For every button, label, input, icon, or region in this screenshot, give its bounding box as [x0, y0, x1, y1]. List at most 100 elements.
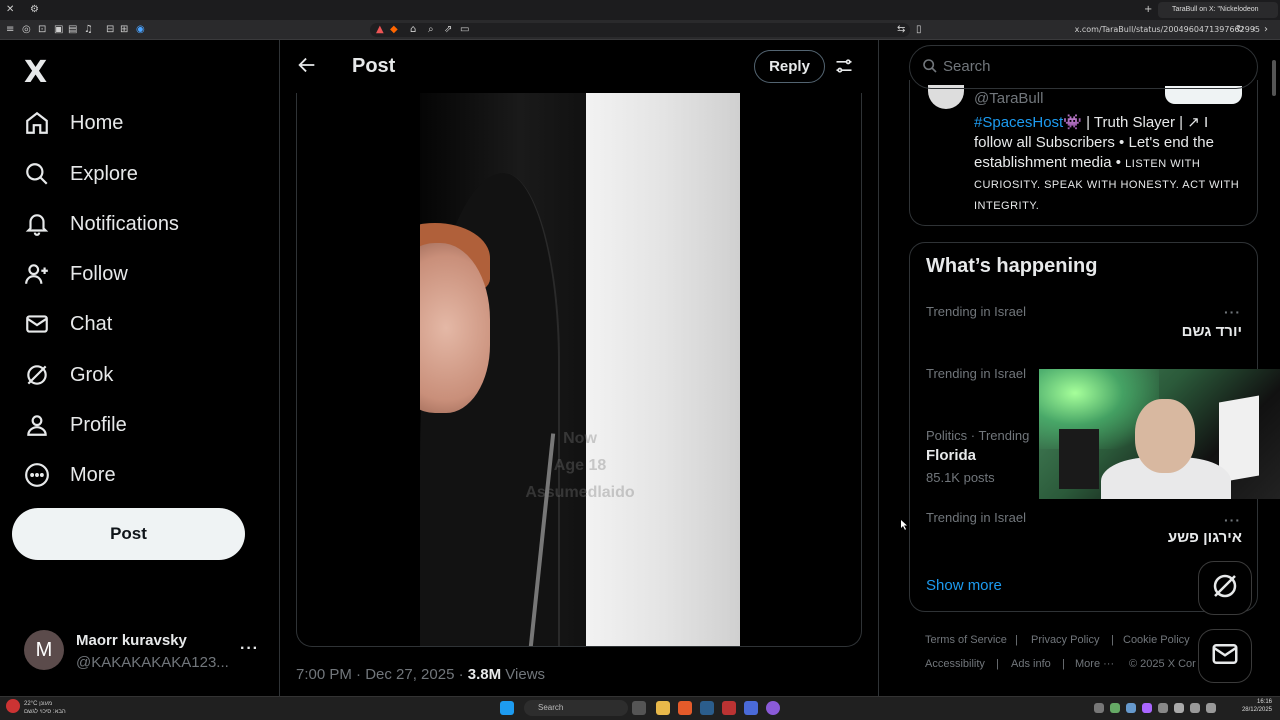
- trend-item[interactable]: Florida: [926, 447, 976, 464]
- avatar[interactable]: M: [24, 630, 64, 670]
- envelope-icon: [1210, 639, 1240, 674]
- show-more-link[interactable]: Show more: [926, 577, 1002, 594]
- nav-more[interactable]: More: [22, 455, 116, 495]
- new-tab-icon[interactable]: +: [1144, 0, 1152, 20]
- toolbar-icon[interactable]: ◉: [136, 20, 145, 40]
- search-icon[interactable]: ⌕: [428, 20, 434, 40]
- toolbar-icon[interactable]: ⊞: [120, 20, 128, 40]
- steam-app-icon[interactable]: [700, 701, 714, 715]
- tray-icon[interactable]: [1094, 703, 1104, 713]
- share-icon[interactable]: ⇗: [444, 20, 452, 40]
- close-icon[interactable]: ✕: [6, 0, 14, 20]
- grok-icon: [22, 360, 52, 390]
- weather-widget[interactable]: 22°C מעונן הבא: סיכוי לגשם: [24, 700, 66, 716]
- weather-icon: [6, 699, 20, 713]
- nav-label: More: [70, 463, 116, 486]
- nav-label: Follow: [70, 262, 128, 285]
- toolbar-icon[interactable]: ◎: [22, 20, 31, 40]
- music-icon[interactable]: ♫: [84, 20, 93, 40]
- settings-icon[interactable]: ⚙: [30, 0, 39, 20]
- copyright: © 2025 X Cor: [1129, 658, 1196, 670]
- hashtag-link[interactable]: #SpacesHost: [974, 114, 1063, 131]
- wifi-icon[interactable]: [1190, 703, 1200, 713]
- tray-icon[interactable]: [1142, 703, 1152, 713]
- scrollbar[interactable]: [1272, 60, 1276, 96]
- footer-link[interactable]: Accessibility: [925, 658, 985, 670]
- taskbar-clock[interactable]: 16:16 28/12/2025: [1228, 698, 1272, 714]
- trend-item[interactable]: אירגון פשע: [1100, 529, 1242, 546]
- footer-link[interactable]: Terms of Service: [925, 634, 1007, 646]
- brave-icon[interactable]: ◆: [390, 20, 398, 40]
- tab-active[interactable]: TaraBull on X: "Nickelodeon: [1158, 2, 1278, 18]
- video-wall: [586, 93, 740, 646]
- reply-button[interactable]: Reply: [754, 50, 825, 83]
- account-name[interactable]: Maorr kuravsky: [76, 632, 187, 649]
- windows-start-icon[interactable]: [500, 701, 514, 715]
- task-view-icon[interactable]: [632, 701, 646, 715]
- footer-link[interactable]: Ads info: [1011, 658, 1051, 670]
- section-title: What’s happening: [926, 255, 1098, 277]
- post-time[interactable]: 7:00 PM · Dec 27, 2025 ·: [296, 666, 464, 683]
- more-icon[interactable]: ···: [1224, 512, 1241, 528]
- tray-icon[interactable]: [1110, 703, 1120, 713]
- more-icon[interactable]: ···: [1224, 304, 1241, 320]
- nav-profile[interactable]: Profile: [22, 405, 127, 445]
- sliders-icon[interactable]: [834, 56, 854, 81]
- app-icon[interactable]: [766, 701, 780, 715]
- app-icon[interactable]: [744, 701, 758, 715]
- brave-shield-icon[interactable]: ▲: [376, 20, 384, 40]
- nav-notifications[interactable]: Notifications: [22, 204, 179, 244]
- nav-explore[interactable]: Explore: [22, 154, 138, 194]
- search-icon: [22, 159, 52, 189]
- trend-context: Politics · Trending: [926, 428, 1030, 443]
- nav-home[interactable]: Home: [22, 103, 123, 143]
- screenshot-icon[interactable]: ▭: [460, 20, 469, 40]
- toolbar-icon[interactable]: ▣: [54, 20, 63, 40]
- profile-card-handle[interactable]: @TaraBull: [974, 90, 1043, 107]
- nav-grok[interactable]: Grok: [22, 355, 113, 395]
- trend-context: Trending in Israel: [926, 366, 1026, 381]
- x-logo[interactable]: X: [24, 55, 47, 90]
- bookmark-icon[interactable]: ⌂: [410, 20, 416, 40]
- views-label: Views: [505, 666, 546, 683]
- toolbar-icon[interactable]: ⊟: [106, 20, 114, 40]
- footer-link[interactable]: Cookie Policy: [1123, 634, 1190, 646]
- trend-item[interactable]: יורד גשם: [1120, 323, 1242, 340]
- footer-link[interactable]: More ···: [1075, 658, 1114, 670]
- cursor-icon: [901, 517, 907, 535]
- volume-icon[interactable]: [1206, 703, 1216, 713]
- webcam-person-head: [1135, 399, 1195, 473]
- toolbar-icon[interactable]: ▤: [68, 20, 77, 40]
- bell-icon: [22, 209, 52, 239]
- taskbar-search[interactable]: Search: [524, 700, 628, 716]
- video-player[interactable]: Now Age 18 Assumedlaido: [420, 93, 740, 646]
- post-media[interactable]: Now Age 18 Assumedlaido: [296, 93, 862, 647]
- tray-icon[interactable]: [1158, 703, 1168, 713]
- app-icon[interactable]: [722, 701, 736, 715]
- messages-button[interactable]: [1198, 629, 1252, 683]
- tray-icon[interactable]: [1126, 703, 1136, 713]
- brave-app-icon[interactable]: [678, 701, 692, 715]
- nav-follow[interactable]: Follow: [22, 254, 128, 294]
- file-explorer-icon[interactable]: [656, 701, 670, 715]
- divider: [279, 40, 280, 696]
- footer-link[interactable]: Privacy Policy: [1031, 634, 1099, 646]
- footer-separator: |: [1111, 634, 1114, 646]
- tray-icon[interactable]: [1174, 703, 1184, 713]
- page-title: Post: [352, 55, 396, 77]
- nav-label: Explore: [70, 162, 138, 185]
- back-arrow-icon[interactable]: [296, 54, 318, 81]
- more-icon[interactable]: ···: [240, 640, 259, 658]
- account-handle[interactable]: @KAKAKAKAKA123...: [76, 654, 229, 671]
- post-button[interactable]: Post: [12, 508, 245, 560]
- footer-separator: |: [1015, 634, 1018, 646]
- tab-title: TaraBull on X: "Nickelodeon: [1172, 6, 1259, 13]
- menu-icon[interactable]: ≡: [6, 20, 14, 40]
- translate-icon[interactable]: ⇆: [897, 20, 905, 40]
- nav-chat[interactable]: Chat: [22, 304, 112, 344]
- toolbar-icon[interactable]: ⊡: [38, 20, 46, 40]
- grok-button[interactable]: [1198, 561, 1252, 615]
- forward-icon[interactable]: ›: [1264, 20, 1268, 40]
- bookmark-icon[interactable]: ▯: [916, 20, 922, 40]
- address-bar[interactable]: ▲ ◆ ⌂ ⌕ ⇗ ▭ x.com/TaraBull/status/200496…: [370, 20, 1260, 40]
